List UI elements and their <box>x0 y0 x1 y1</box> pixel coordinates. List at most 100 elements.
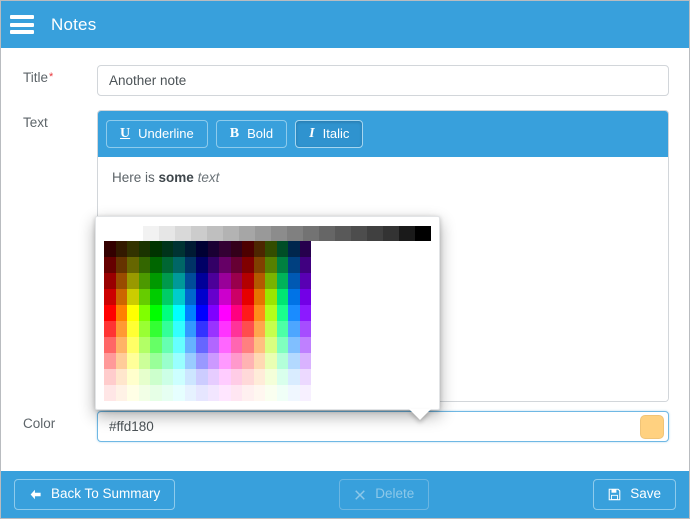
color-swatch[interactable] <box>303 226 319 241</box>
color-swatch[interactable] <box>173 321 185 337</box>
color-swatch[interactable] <box>161 385 173 401</box>
color-swatch[interactable] <box>288 305 300 321</box>
color-swatch[interactable] <box>104 305 116 321</box>
color-row[interactable] <box>104 337 431 353</box>
color-swatch[interactable] <box>242 273 254 289</box>
delete-button[interactable]: Delete <box>339 479 430 510</box>
color-swatch[interactable] <box>230 321 242 337</box>
color-swatch[interactable] <box>253 369 265 385</box>
color-swatch[interactable] <box>230 305 242 321</box>
color-swatch[interactable] <box>299 337 311 353</box>
color-swatch[interactable] <box>104 337 116 353</box>
color-swatch[interactable] <box>299 273 311 289</box>
color-swatch[interactable] <box>276 353 288 369</box>
color-swatch[interactable] <box>104 289 116 305</box>
color-swatch[interactable] <box>184 369 196 385</box>
color-swatch[interactable] <box>184 305 196 321</box>
color-row[interactable] <box>104 241 431 257</box>
color-swatch[interactable] <box>138 241 150 257</box>
color-swatch[interactable] <box>242 289 254 305</box>
color-swatch[interactable] <box>242 321 254 337</box>
color-swatch[interactable] <box>219 305 231 321</box>
color-swatch[interactable] <box>173 289 185 305</box>
color-swatch[interactable] <box>196 305 208 321</box>
color-swatch[interactable] <box>265 353 277 369</box>
color-swatch[interactable] <box>196 321 208 337</box>
color-swatch[interactable] <box>150 241 162 257</box>
color-swatch[interactable] <box>288 289 300 305</box>
color-swatch[interactable] <box>255 226 271 241</box>
color-swatch[interactable] <box>115 353 127 369</box>
color-swatch[interactable] <box>253 289 265 305</box>
color-swatch[interactable] <box>230 369 242 385</box>
color-swatch[interactable] <box>265 241 277 257</box>
color-swatch[interactable] <box>138 385 150 401</box>
color-swatch[interactable] <box>253 305 265 321</box>
color-swatch[interactable] <box>127 369 139 385</box>
color-swatch[interactable] <box>127 273 139 289</box>
color-swatch[interactable] <box>173 385 185 401</box>
color-swatch[interactable] <box>219 321 231 337</box>
color-swatch[interactable] <box>150 385 162 401</box>
color-swatch[interactable] <box>299 305 311 321</box>
color-swatch[interactable] <box>173 241 185 257</box>
color-swatch[interactable] <box>367 226 383 241</box>
color-swatch[interactable] <box>138 305 150 321</box>
color-swatch[interactable] <box>242 369 254 385</box>
color-swatch[interactable] <box>150 305 162 321</box>
color-swatch[interactable] <box>173 273 185 289</box>
underline-button[interactable]: U Underline <box>106 120 208 149</box>
color-swatch[interactable] <box>196 289 208 305</box>
color-swatch[interactable] <box>115 289 127 305</box>
color-swatch[interactable] <box>143 226 159 241</box>
color-swatch[interactable] <box>265 289 277 305</box>
color-swatch[interactable] <box>191 226 207 241</box>
color-swatch[interactable] <box>299 241 311 257</box>
color-swatch[interactable] <box>138 289 150 305</box>
color-row[interactable] <box>104 385 431 401</box>
color-swatch[interactable] <box>138 273 150 289</box>
color-swatch[interactable] <box>319 226 335 241</box>
color-swatch[interactable] <box>104 257 116 273</box>
color-swatch[interactable] <box>104 369 116 385</box>
color-swatch[interactable] <box>161 305 173 321</box>
color-swatch[interactable] <box>288 257 300 273</box>
color-swatch[interactable] <box>207 369 219 385</box>
back-to-summary-button[interactable]: Back To Summary <box>14 479 176 510</box>
color-swatch[interactable] <box>161 273 173 289</box>
color-swatch[interactable] <box>230 289 242 305</box>
color-swatch-grid[interactable] <box>104 226 431 401</box>
color-swatch[interactable] <box>184 337 196 353</box>
color-row[interactable] <box>104 257 431 273</box>
color-swatch[interactable] <box>383 226 399 241</box>
color-swatch[interactable] <box>253 257 265 273</box>
color-swatch[interactable] <box>207 385 219 401</box>
color-swatch[interactable] <box>138 337 150 353</box>
color-swatch[interactable] <box>253 385 265 401</box>
italic-button[interactable]: I Italic <box>295 120 364 149</box>
color-swatch[interactable] <box>173 337 185 353</box>
color-swatch[interactable] <box>299 369 311 385</box>
color-swatch[interactable] <box>207 241 219 257</box>
color-swatch[interactable] <box>115 241 127 257</box>
color-row[interactable] <box>104 321 431 337</box>
color-swatch[interactable] <box>104 353 116 369</box>
color-swatch[interactable] <box>207 353 219 369</box>
grayscale-row[interactable] <box>104 226 431 241</box>
color-swatch[interactable] <box>150 289 162 305</box>
color-row[interactable] <box>104 289 431 305</box>
color-swatch[interactable] <box>288 273 300 289</box>
color-swatch[interactable] <box>127 226 143 241</box>
color-swatch[interactable] <box>299 385 311 401</box>
color-swatch[interactable] <box>219 337 231 353</box>
color-swatch[interactable] <box>265 273 277 289</box>
color-swatch[interactable] <box>299 289 311 305</box>
color-swatch[interactable] <box>253 321 265 337</box>
color-swatch[interactable] <box>288 385 300 401</box>
color-swatch[interactable] <box>299 257 311 273</box>
color-swatch[interactable] <box>276 385 288 401</box>
color-swatch[interactable] <box>299 353 311 369</box>
color-swatch[interactable] <box>104 273 116 289</box>
color-swatch[interactable] <box>161 353 173 369</box>
color-swatch[interactable] <box>265 369 277 385</box>
